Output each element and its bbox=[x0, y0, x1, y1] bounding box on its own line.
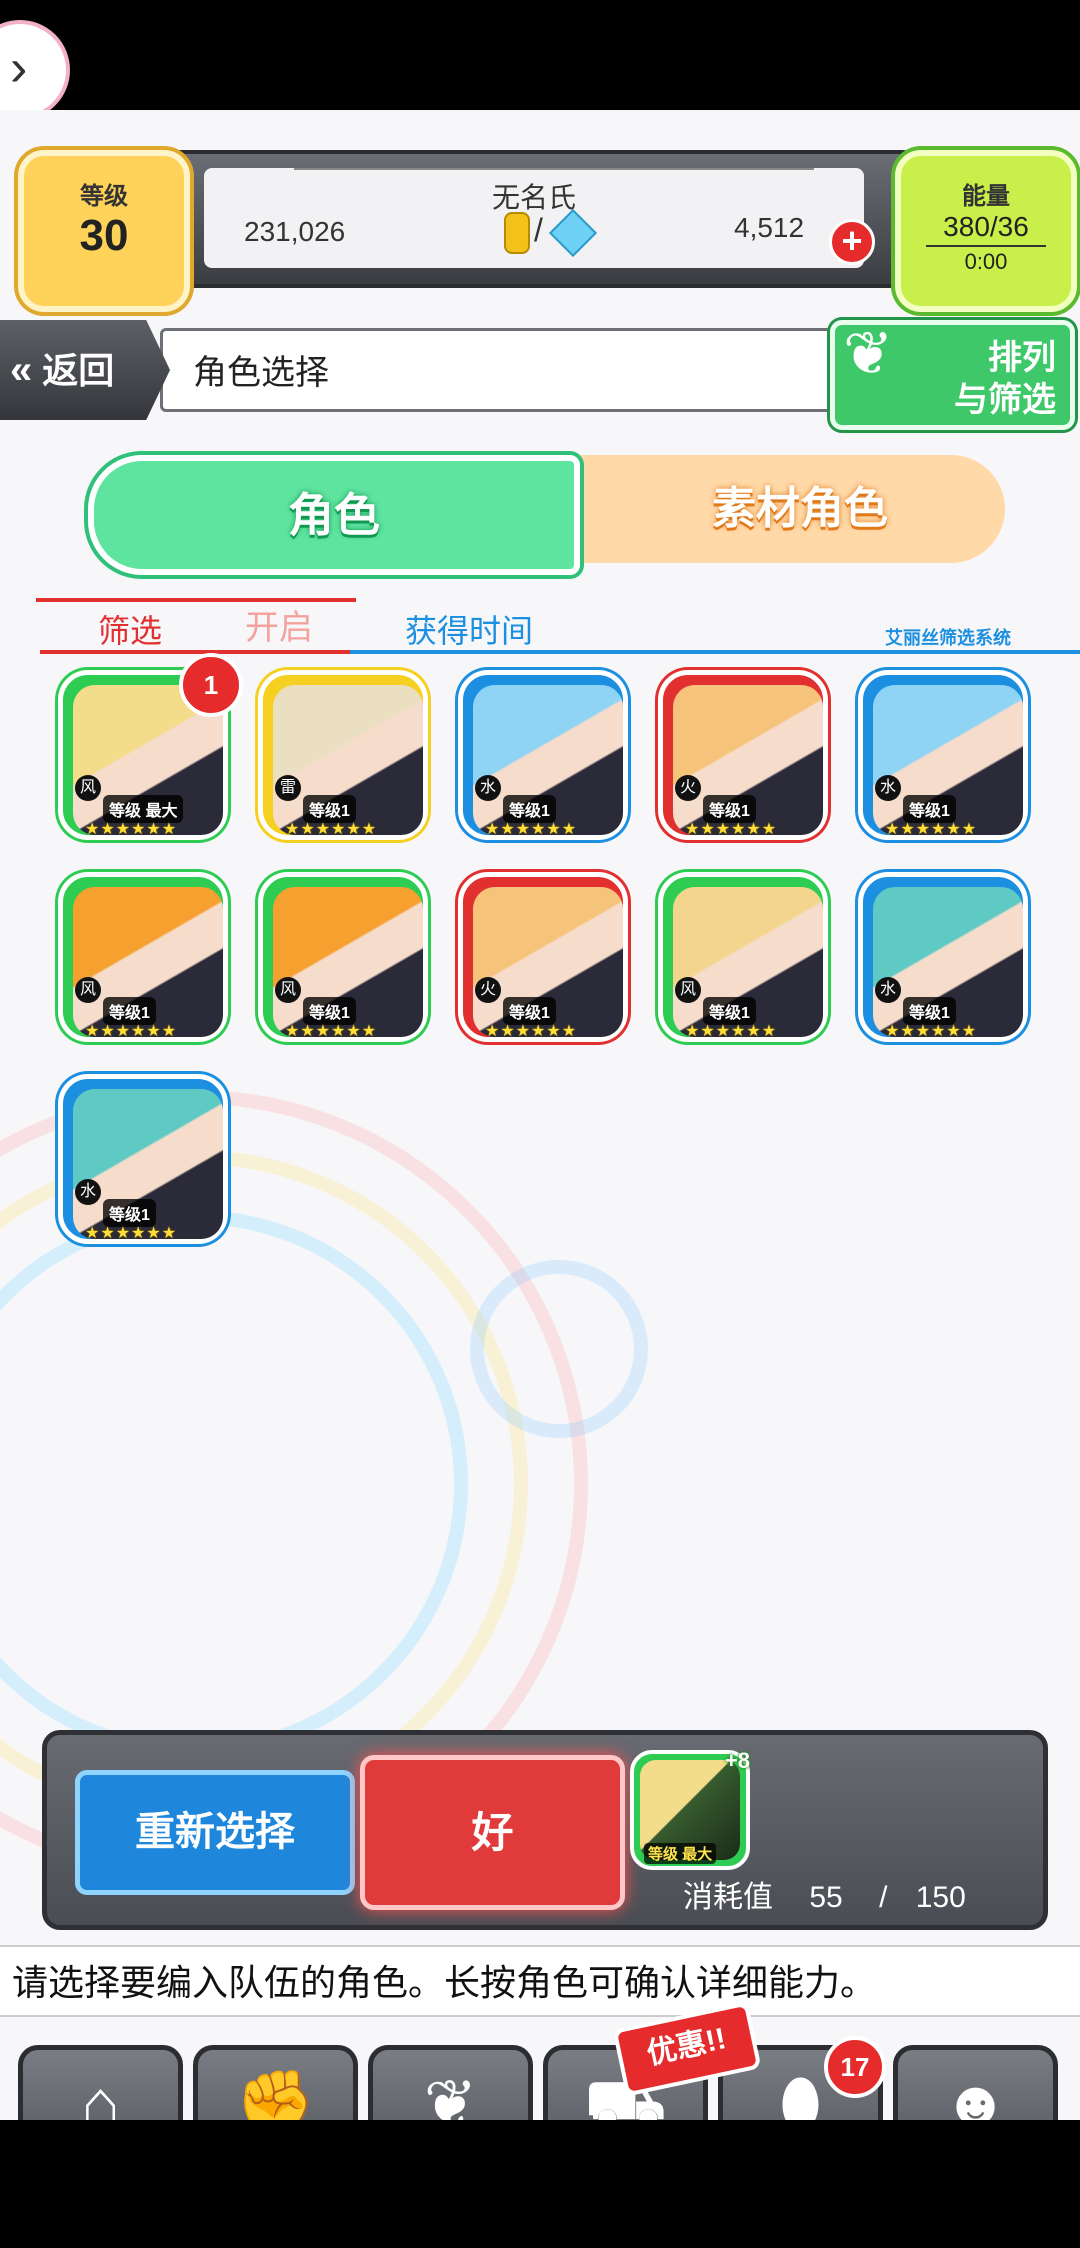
promo-label: 优惠!! bbox=[643, 2022, 730, 2072]
notification-badge: 1 bbox=[179, 653, 243, 717]
rarity-stars: ★★★★★★ bbox=[485, 821, 578, 838]
tab-material-characters[interactable]: 素材角色 bbox=[600, 455, 1000, 563]
gold-coin-icon bbox=[504, 212, 530, 254]
rarity-stars: ★★★★★★ bbox=[285, 821, 378, 838]
nav-home[interactable]: ⌂主画面 bbox=[18, 2045, 183, 2120]
player-level-badge: 等级 30 bbox=[18, 150, 190, 312]
nav-friends[interactable]: ☻好友 bbox=[893, 2045, 1058, 2120]
nav-handshake[interactable]: ✊冒险 bbox=[193, 2045, 358, 2120]
character-card[interactable]: 火等级1 ★★★★★★ bbox=[658, 670, 828, 840]
gem-icon bbox=[548, 208, 598, 258]
sort-order-label: 获得时间 bbox=[405, 613, 534, 649]
home-icon: ⌂ bbox=[81, 2067, 120, 2120]
energy-badge[interactable]: 能量 380/36 0:00 bbox=[895, 150, 1077, 312]
selected-plus: +8 bbox=[724, 1748, 750, 1773]
rarity-stars: ★★★★★★ bbox=[85, 1225, 178, 1242]
sort-order-button[interactable]: 获得时间 艾丽丝筛选系统 bbox=[350, 606, 1080, 654]
rarity-stars: ★★★★★★ bbox=[85, 821, 178, 838]
character-card[interactable]: 风等级 最大 ★★★★★★ 1 bbox=[58, 653, 243, 840]
element-icon: 火 bbox=[475, 977, 501, 1003]
element-icon: 水 bbox=[875, 977, 901, 1003]
status-header: 无名氏 231,026 / 4,512 + 等级 30 能量 380/36 0:… bbox=[0, 130, 1080, 312]
filter-button[interactable]: 筛选 开启 bbox=[40, 606, 360, 654]
bg-ring bbox=[470, 1260, 648, 1438]
selected-character[interactable]: +8 等级 最大 bbox=[630, 1748, 750, 1870]
energy-value: 380/36 bbox=[943, 211, 1029, 242]
element-icon: 风 bbox=[275, 977, 301, 1003]
element-icon: 雷 bbox=[275, 775, 301, 801]
rarity-stars: ★★★★★★ bbox=[885, 1023, 978, 1040]
filter-label: 筛选 bbox=[98, 613, 163, 649]
character-card[interactable]: 风等级1 ★★★★★★ bbox=[258, 872, 428, 1042]
rarity-stars: ★★★★★★ bbox=[485, 1023, 578, 1040]
player-info-bar: 无名氏 231,026 / 4,512 + bbox=[150, 150, 918, 288]
character-card[interactable]: 水等级1 ★★★★★★ bbox=[458, 670, 628, 840]
nav-rabbit[interactable]: ❦角色 bbox=[368, 2045, 533, 2120]
element-icon: 水 bbox=[75, 1179, 101, 1205]
character-card[interactable]: 水等级1 ★★★★★★ bbox=[858, 872, 1028, 1042]
hint-text: 请选择要编入队伍的角色。长按角色可确认详细能力。 bbox=[0, 1945, 1080, 2017]
character-card[interactable]: 水等级1 ★★★★★★ bbox=[858, 670, 1028, 840]
cost-label: 消耗值 bbox=[683, 1881, 773, 1914]
rarity-stars: ★★★★★★ bbox=[685, 1023, 778, 1040]
rabbit-icon: ❦ bbox=[843, 320, 894, 387]
character-card[interactable]: 风等级1 ★★★★★★ bbox=[658, 872, 828, 1042]
cost-value: 55 bbox=[809, 1881, 843, 1914]
rabbit-icon: ❦ bbox=[423, 2067, 478, 2120]
notification-badge: 17 bbox=[824, 2036, 886, 2098]
app-screen: 无名氏 231,026 / 4,512 + 等级 30 能量 380/36 0:… bbox=[0, 110, 1080, 2120]
friends-icon: ☻ bbox=[941, 2067, 1010, 2120]
tab-characters[interactable]: 角色 bbox=[88, 455, 580, 575]
player-info-panel: 无名氏 231,026 / 4,512 bbox=[204, 168, 864, 268]
energy-timer: 0:00 bbox=[964, 249, 1008, 274]
back-button[interactable]: «返回 bbox=[0, 320, 170, 420]
navigation-row: 角色选择 «返回 ❦ 排列 与筛选 bbox=[0, 320, 1080, 430]
gem-amount: 4,512 bbox=[734, 212, 805, 243]
rarity-stars: ★★★★★★ bbox=[85, 1023, 178, 1040]
energy-label: 能量 bbox=[962, 183, 1010, 210]
plus-icon: + bbox=[841, 220, 863, 261]
rarity-stars: ★★★★★★ bbox=[285, 1023, 378, 1040]
back-label: 返回 bbox=[42, 350, 115, 391]
double-chevron-left-icon: « bbox=[10, 348, 33, 392]
sort-filter-button[interactable]: ❦ 排列 与筛选 bbox=[830, 320, 1075, 430]
element-icon: 水 bbox=[875, 775, 901, 801]
filter-row: 筛选 开启 获得时间 艾丽丝筛选系统 bbox=[0, 588, 1080, 658]
element-icon: 火 bbox=[675, 775, 701, 801]
currency-separator: / bbox=[534, 212, 543, 248]
filter-system-label: 艾丽丝筛选系统 bbox=[885, 628, 1011, 648]
character-card[interactable]: 雷等级1 ★★★★★★ bbox=[258, 670, 428, 840]
element-icon: 风 bbox=[75, 977, 101, 1003]
character-card[interactable]: 风等级1 ★★★★★★ bbox=[58, 872, 228, 1042]
character-card[interactable]: 火等级1 ★★★★★★ bbox=[458, 872, 628, 1042]
element-icon: 水 bbox=[475, 775, 501, 801]
rarity-stars: ★★★★★★ bbox=[885, 821, 978, 838]
level-value: 30 bbox=[79, 211, 129, 260]
confirm-button[interactable]: 好 bbox=[360, 1755, 625, 1910]
player-name: 无名氏 bbox=[491, 182, 576, 213]
side-expand-button[interactable]: › bbox=[0, 20, 70, 120]
reset-selection-button[interactable]: 重新选择 bbox=[75, 1770, 355, 1895]
page-title: 角色选择 bbox=[160, 328, 860, 412]
rarity-stars: ★★★★★★ bbox=[685, 821, 778, 838]
level-label: 等级 bbox=[80, 183, 128, 210]
cost-display: 消耗值 55 / 150 bbox=[683, 1872, 966, 1916]
chevron-right-icon: › bbox=[10, 39, 28, 97]
buy-gems-button[interactable]: + bbox=[829, 219, 875, 265]
element-icon: 风 bbox=[675, 977, 701, 1003]
handshake-icon: ✊ bbox=[235, 2067, 316, 2120]
character-card[interactable]: 水等级1 ★★★★★★ bbox=[58, 1074, 228, 1244]
gold-amount: 231,026 bbox=[244, 216, 346, 247]
element-icon: 风 bbox=[75, 775, 101, 801]
filter-state: 开启 bbox=[245, 609, 313, 647]
cost-separator: / bbox=[879, 1881, 888, 1914]
selected-level: 等级 最大 bbox=[644, 1843, 717, 1864]
cost-max: 150 bbox=[915, 1881, 966, 1914]
